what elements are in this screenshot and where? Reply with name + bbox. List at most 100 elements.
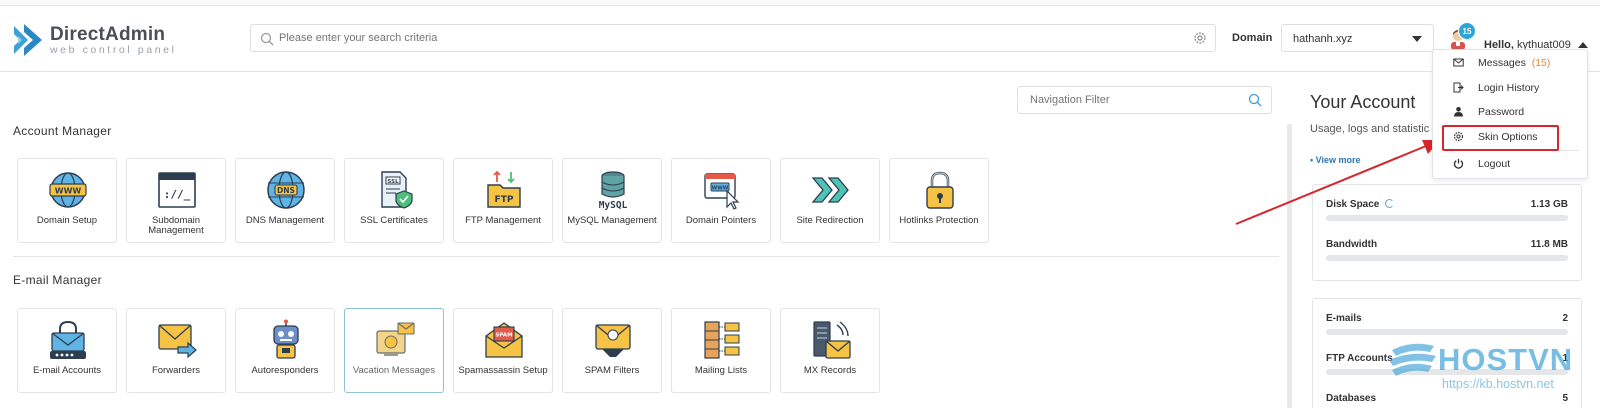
menu-item-label: Messages (15) <box>1478 57 1550 69</box>
spam-envelope-icon: SPAM <box>485 322 523 358</box>
tile-label: Forwarders <box>151 365 201 376</box>
usage-card: Disk Space 1.13 GB Bandwidth 11.8 MB <box>1312 184 1582 281</box>
global-search[interactable] <box>250 24 1216 52</box>
search-input[interactable] <box>279 25 1139 51</box>
main-scrollbar[interactable] <box>1287 124 1292 408</box>
navigation-filter-input[interactable] <box>1030 87 1240 113</box>
menu-item-label: Password <box>1478 106 1525 118</box>
tile-domain-setup[interactable]: WWW Domain Setup <box>17 158 117 243</box>
tile-vacation-messages[interactable]: Vacation Messages <box>344 308 444 393</box>
power-icon <box>1453 158 1464 169</box>
chevron-up-icon <box>1578 42 1588 48</box>
menu-item-logout[interactable]: Logout <box>1433 153 1589 175</box>
tile-domain-pointers[interactable]: WWW Domain Pointers <box>671 158 771 243</box>
email-account-icon <box>50 320 86 359</box>
subdomain-browser-icon: ://_ <box>158 172 196 208</box>
logo-title: DirectAdmin <box>50 23 166 45</box>
search-settings-gear-icon[interactable] <box>1193 31 1207 45</box>
www-globe-icon: WWW <box>49 172 87 208</box>
messages-label: Messages <box>1478 57 1526 69</box>
tile-label: E-mail Accounts <box>32 365 102 376</box>
stat-value: 5 <box>1562 393 1568 404</box>
tile-email-accounts[interactable]: E-mail Accounts <box>17 308 117 393</box>
ssl-certificate-icon: SSL <box>381 171 413 209</box>
refresh-spinner-icon[interactable] <box>1385 199 1395 208</box>
navigation-filter[interactable] <box>1017 86 1272 114</box>
tile-autoresponders[interactable]: Autoresponders <box>235 308 335 393</box>
menu-item-login-history[interactable]: Login History <box>1433 77 1589 99</box>
usage-bar <box>1326 255 1568 261</box>
stat-name: E-mails <box>1326 313 1362 324</box>
view-more-link[interactable]: • View more <box>1310 155 1361 165</box>
tile-mailing-lists[interactable]: Mailing Lists <box>671 308 771 393</box>
svg-text:WWW: WWW <box>55 187 82 196</box>
menu-item-messages[interactable]: Messages (15) <box>1433 52 1589 74</box>
envelope-icon <box>1453 58 1464 67</box>
tile-label: MX Records <box>803 365 857 376</box>
tile-label: Subdomain Management <box>148 215 204 236</box>
directadmin-logo[interactable]: DirectAdmin web control panel <box>12 20 177 60</box>
stat-name: Bandwidth <box>1326 239 1378 250</box>
tile-label: SSL Certificates <box>360 215 428 226</box>
mx-server-icon <box>813 321 851 359</box>
hostvn-logo-icon <box>1389 343 1436 376</box>
svg-text:SPAM: SPAM <box>495 333 512 339</box>
tile-label: Domain Setup <box>36 215 98 226</box>
stat-name: FTP Accounts <box>1326 353 1393 364</box>
stat-name: Databases <box>1326 393 1377 404</box>
mailing-list-icon <box>704 321 740 359</box>
tile-ftp-management[interactable]: FTP FTP Management <box>453 158 553 243</box>
tile-label: DNS Management <box>245 215 325 226</box>
tile-label: Site Redirection <box>796 215 864 226</box>
watermark-url: https://kb.hostvn.net <box>1442 377 1554 391</box>
tile-label: FTP Management <box>465 215 541 226</box>
stat-name-text: Disk Space <box>1326 199 1380 210</box>
watermark-brand: HOSTVN <box>1438 342 1574 377</box>
forward-envelope-icon <box>158 324 197 359</box>
tile-hotlinks-protection[interactable]: Hotlinks Protection <box>889 158 989 243</box>
tile-label: Vacation Messages <box>352 365 436 376</box>
tile-dns-management[interactable]: DNS DNS Management <box>235 158 335 243</box>
svg-text:SSL: SSL <box>387 179 399 185</box>
tile-ssl-certificates[interactable]: SSL SSL Certificates <box>344 158 444 243</box>
tile-site-redirection[interactable]: Site Redirection <box>780 158 880 243</box>
tile-forwarders[interactable]: Forwarders <box>126 308 226 393</box>
domain-select-value: hathanh.xyz <box>1293 33 1353 45</box>
account-manager-tiles: WWW Domain Setup ://_ Subdomain Manageme… <box>17 158 998 243</box>
messages-count: (15) <box>1531 57 1551 69</box>
svg-text:FTP: FTP <box>495 195 514 205</box>
tile-label: Hotlinks Protection <box>899 215 979 226</box>
spam-filter-icon <box>595 324 631 357</box>
domain-label: Domain <box>1232 32 1273 44</box>
dns-globe-icon: DNS <box>267 171 305 209</box>
menu-item-password[interactable]: Password <box>1433 101 1589 123</box>
usage-bar <box>1326 215 1568 221</box>
annotation-highlight-box <box>1442 125 1559 151</box>
ftp-folder-icon: FTP <box>487 170 521 208</box>
tile-label: Autoresponders <box>251 365 319 376</box>
section-title-email-manager: E-mail Manager <box>13 273 102 287</box>
tile-mysql-management[interactable]: MySQL MySQL Management <box>562 158 662 243</box>
search-icon <box>260 32 274 46</box>
stat-value: 11.8 MB <box>1530 239 1568 250</box>
tile-label: Domain Pointers <box>685 215 757 226</box>
robot-icon <box>273 319 299 359</box>
tile-label: Spamassassin Setup <box>458 365 548 376</box>
section-title-account-manager: Account Manager <box>13 124 112 138</box>
domain-select[interactable]: hathanh.xyz <box>1281 24 1434 52</box>
svg-text:://_: ://_ <box>164 188 191 201</box>
redirect-arrows-icon <box>811 177 849 203</box>
email-manager-tiles: E-mail Accounts Forwarders Autoresponder… <box>17 308 889 393</box>
tile-spam-filters[interactable]: SPAM Filters <box>562 308 662 393</box>
svg-text:WWW: WWW <box>712 186 729 192</box>
tile-spamassassin-setup[interactable]: SPAM Spamassassin Setup <box>453 308 553 393</box>
tile-mx-records[interactable]: MX Records <box>780 308 880 393</box>
tile-subdomain-management[interactable]: ://_ Subdomain Management <box>126 158 226 243</box>
user-icon <box>1454 107 1463 117</box>
padlock-icon <box>926 171 954 209</box>
stat-value: 1.13 GB <box>1530 199 1568 210</box>
usage-bar <box>1326 329 1568 335</box>
hostvn-watermark: HOSTVN https://kb.hostvn.net <box>1386 340 1586 392</box>
search-icon <box>1248 93 1262 107</box>
your-account-title: Your Account <box>1310 92 1416 112</box>
